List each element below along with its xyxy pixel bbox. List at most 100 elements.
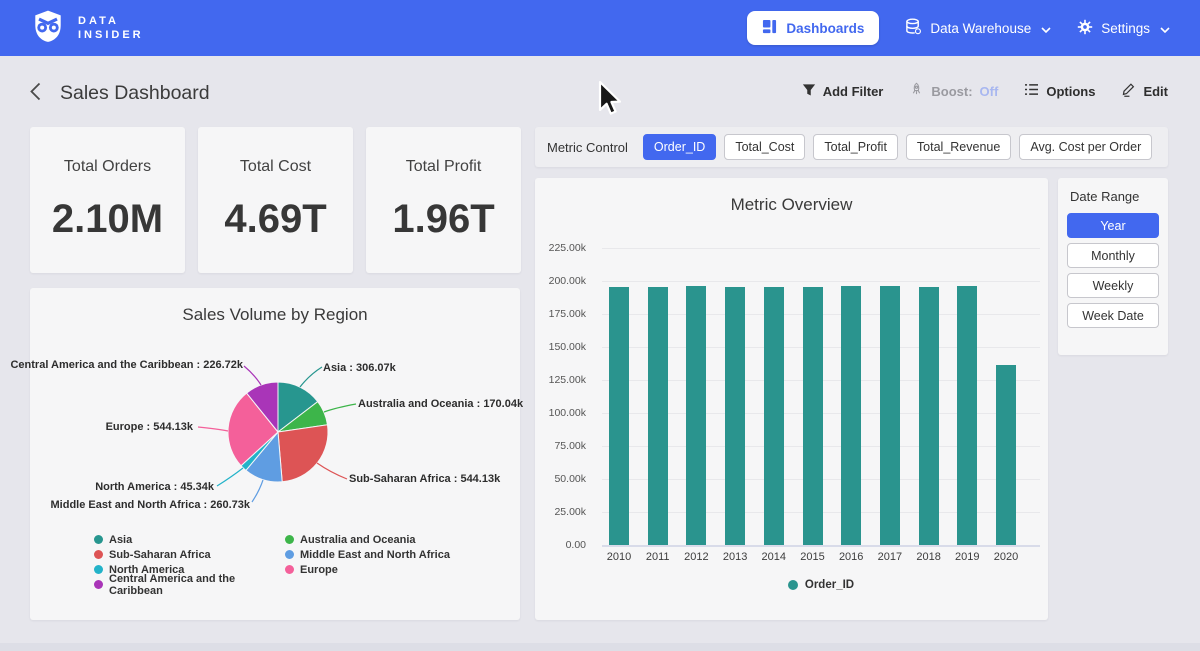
x-tick-label: 2014 bbox=[754, 551, 794, 563]
bar-2019[interactable] bbox=[957, 286, 977, 545]
pie-leader-line bbox=[324, 404, 356, 412]
bar-2014[interactable] bbox=[764, 287, 784, 545]
dashboard-page: DATAINSIDER Dashboards bbox=[0, 0, 1200, 651]
x-tick-label: 2012 bbox=[676, 551, 716, 563]
x-tick-label: 2011 bbox=[638, 551, 678, 563]
owl-logo-icon bbox=[30, 8, 66, 49]
chevron-down-icon bbox=[1041, 21, 1051, 36]
database-icon bbox=[905, 18, 922, 38]
brand-logo[interactable]: DATAINSIDER bbox=[30, 8, 144, 49]
x-tick-label: 2016 bbox=[831, 551, 871, 563]
legend-item-mena[interactable]: Middle East and North Africa bbox=[285, 547, 450, 562]
gear-icon bbox=[1077, 19, 1093, 38]
page-header: Sales Dashboard bbox=[28, 78, 210, 108]
legend-item-australia-oceania[interactable]: Australia and Oceania bbox=[285, 532, 450, 547]
metric-chip-total-cost[interactable]: Total_Cost bbox=[724, 134, 805, 160]
y-tick-label: 125.00k bbox=[549, 374, 586, 386]
pie-callout-central-america: Central America and the Caribbean : 226.… bbox=[10, 359, 243, 371]
x-tick-label: 2015 bbox=[793, 551, 833, 563]
options-button[interactable]: Options bbox=[1024, 83, 1095, 99]
back-chevron-icon bbox=[30, 82, 41, 104]
dashboards-button[interactable]: Dashboards bbox=[747, 11, 879, 45]
bar-legend-order-id[interactable]: Order_ID bbox=[602, 579, 1040, 591]
boost-value: Off bbox=[980, 84, 999, 99]
pie-slice-sub-saharan-africa[interactable] bbox=[278, 425, 328, 482]
options-list-icon bbox=[1024, 83, 1039, 99]
legend-dot bbox=[285, 565, 294, 574]
legend-dot bbox=[788, 580, 798, 590]
edit-pencil-icon bbox=[1121, 82, 1136, 100]
y-tick-label: 0.00 bbox=[566, 539, 586, 551]
kpi-value: 4.69T bbox=[224, 197, 326, 242]
bar-chart-title: Metric Overview bbox=[535, 178, 1048, 215]
legend-dot bbox=[285, 550, 294, 559]
x-tick-label: 2017 bbox=[870, 551, 910, 563]
kpi-card-total-orders: Total Orders 2.10M bbox=[30, 127, 185, 273]
gridline bbox=[602, 545, 1040, 547]
header-actions: Add Filter Boost: Off Options bbox=[802, 82, 1168, 100]
x-tick-label: 2013 bbox=[715, 551, 755, 563]
pie-leader-line bbox=[300, 367, 322, 387]
metric-chip-total-revenue[interactable]: Total_Revenue bbox=[906, 134, 1011, 160]
legend-dot bbox=[285, 535, 294, 544]
y-tick-label: 150.00k bbox=[549, 341, 586, 353]
gridline bbox=[602, 248, 1040, 249]
pie-callout-asia: Asia : 306.07k bbox=[323, 362, 396, 374]
x-tick-label: 2020 bbox=[986, 551, 1026, 563]
x-tick-label: 2019 bbox=[947, 551, 987, 563]
kpi-card-total-profit: Total Profit 1.96T bbox=[366, 127, 521, 273]
y-tick-label: 175.00k bbox=[549, 308, 586, 320]
gridline bbox=[602, 281, 1040, 282]
date-range-week-date[interactable]: Week Date bbox=[1067, 303, 1159, 328]
boost-toggle[interactable]: Boost: Off bbox=[909, 82, 998, 100]
bar-plot-area bbox=[602, 248, 1040, 545]
metric-control-label: Metric Control bbox=[547, 140, 628, 155]
pie-callout-australia: Australia and Oceania : 170.04k bbox=[358, 398, 523, 410]
legend-item-sub-saharan-africa[interactable]: Sub-Saharan Africa bbox=[94, 547, 285, 562]
filter-funnel-icon bbox=[802, 83, 816, 100]
legend-dot bbox=[94, 535, 103, 544]
metric-chip-avg-cost-per-order[interactable]: Avg. Cost per Order bbox=[1019, 134, 1152, 160]
add-filter-button[interactable]: Add Filter bbox=[802, 83, 884, 100]
edit-button[interactable]: Edit bbox=[1121, 82, 1168, 100]
x-tick-label: 2018 bbox=[909, 551, 949, 563]
bar-2010[interactable] bbox=[609, 287, 629, 545]
settings-menu[interactable]: Settings bbox=[1077, 19, 1170, 38]
top-nav: DATAINSIDER Dashboards bbox=[0, 0, 1200, 56]
legend-item-asia[interactable]: Asia bbox=[94, 532, 285, 547]
pie-leader-line bbox=[317, 463, 347, 479]
bar-2013[interactable] bbox=[725, 287, 745, 545]
bar-2020[interactable] bbox=[996, 365, 1016, 545]
pie-callout-europe: Europe : 544.13k bbox=[106, 421, 193, 433]
metric-chip-total-profit[interactable]: Total_Profit bbox=[813, 134, 898, 160]
dashboards-grid-icon bbox=[762, 19, 777, 37]
legend-item-europe[interactable]: Europe bbox=[285, 562, 450, 577]
y-tick-label: 75.00k bbox=[554, 440, 586, 452]
back-button[interactable] bbox=[28, 78, 43, 108]
bar-2015[interactable] bbox=[803, 287, 823, 545]
bar-2011[interactable] bbox=[648, 287, 668, 545]
kpi-label: Total Cost bbox=[240, 158, 311, 176]
metric-control-bar: Metric Control Order_ID Total_Cost Total… bbox=[535, 127, 1168, 167]
bar-2012[interactable] bbox=[686, 286, 706, 545]
metric-chip-order-id[interactable]: Order_ID bbox=[643, 134, 716, 160]
bar-2018[interactable] bbox=[919, 287, 939, 545]
y-tick-label: 225.00k bbox=[549, 242, 586, 254]
rocket-icon bbox=[909, 82, 924, 100]
pie-leader-line bbox=[252, 480, 263, 502]
y-tick-label: 50.00k bbox=[554, 473, 586, 485]
x-tick-label: 2010 bbox=[599, 551, 639, 563]
data-warehouse-menu[interactable]: Data Warehouse bbox=[905, 18, 1051, 38]
pie-callout-mena: Middle East and North Africa : 260.73k bbox=[51, 499, 250, 511]
bar-2017[interactable] bbox=[880, 286, 900, 545]
kpi-value: 1.96T bbox=[392, 197, 494, 242]
y-tick-label: 200.00k bbox=[549, 275, 586, 287]
bar-2016[interactable] bbox=[841, 286, 861, 545]
y-tick-label: 100.00k bbox=[549, 407, 586, 419]
kpi-card-total-cost: Total Cost 4.69T bbox=[198, 127, 353, 273]
page-title: Sales Dashboard bbox=[60, 82, 210, 105]
date-range-year[interactable]: Year bbox=[1067, 213, 1159, 238]
date-range-monthly[interactable]: Monthly bbox=[1067, 243, 1159, 268]
legend-item-central-america[interactable]: Central America and the Caribbean bbox=[94, 577, 285, 592]
date-range-weekly[interactable]: Weekly bbox=[1067, 273, 1159, 298]
